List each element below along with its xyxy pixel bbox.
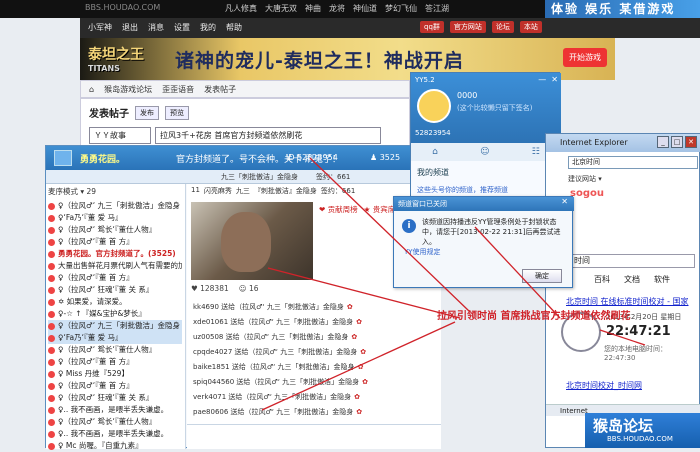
arrow	[309, 157, 471, 313]
annotation-arrows	[261, 157, 646, 411]
arrow	[599, 329, 646, 346]
annotation-caption: 拉风引领时尚 首席挑战官方封频道依然刷花	[437, 311, 631, 322]
arrow	[261, 321, 456, 411]
forum-watermark: 猴岛论坛 BBS.HOUDAO.COM	[585, 413, 700, 448]
arrow	[474, 226, 561, 319]
